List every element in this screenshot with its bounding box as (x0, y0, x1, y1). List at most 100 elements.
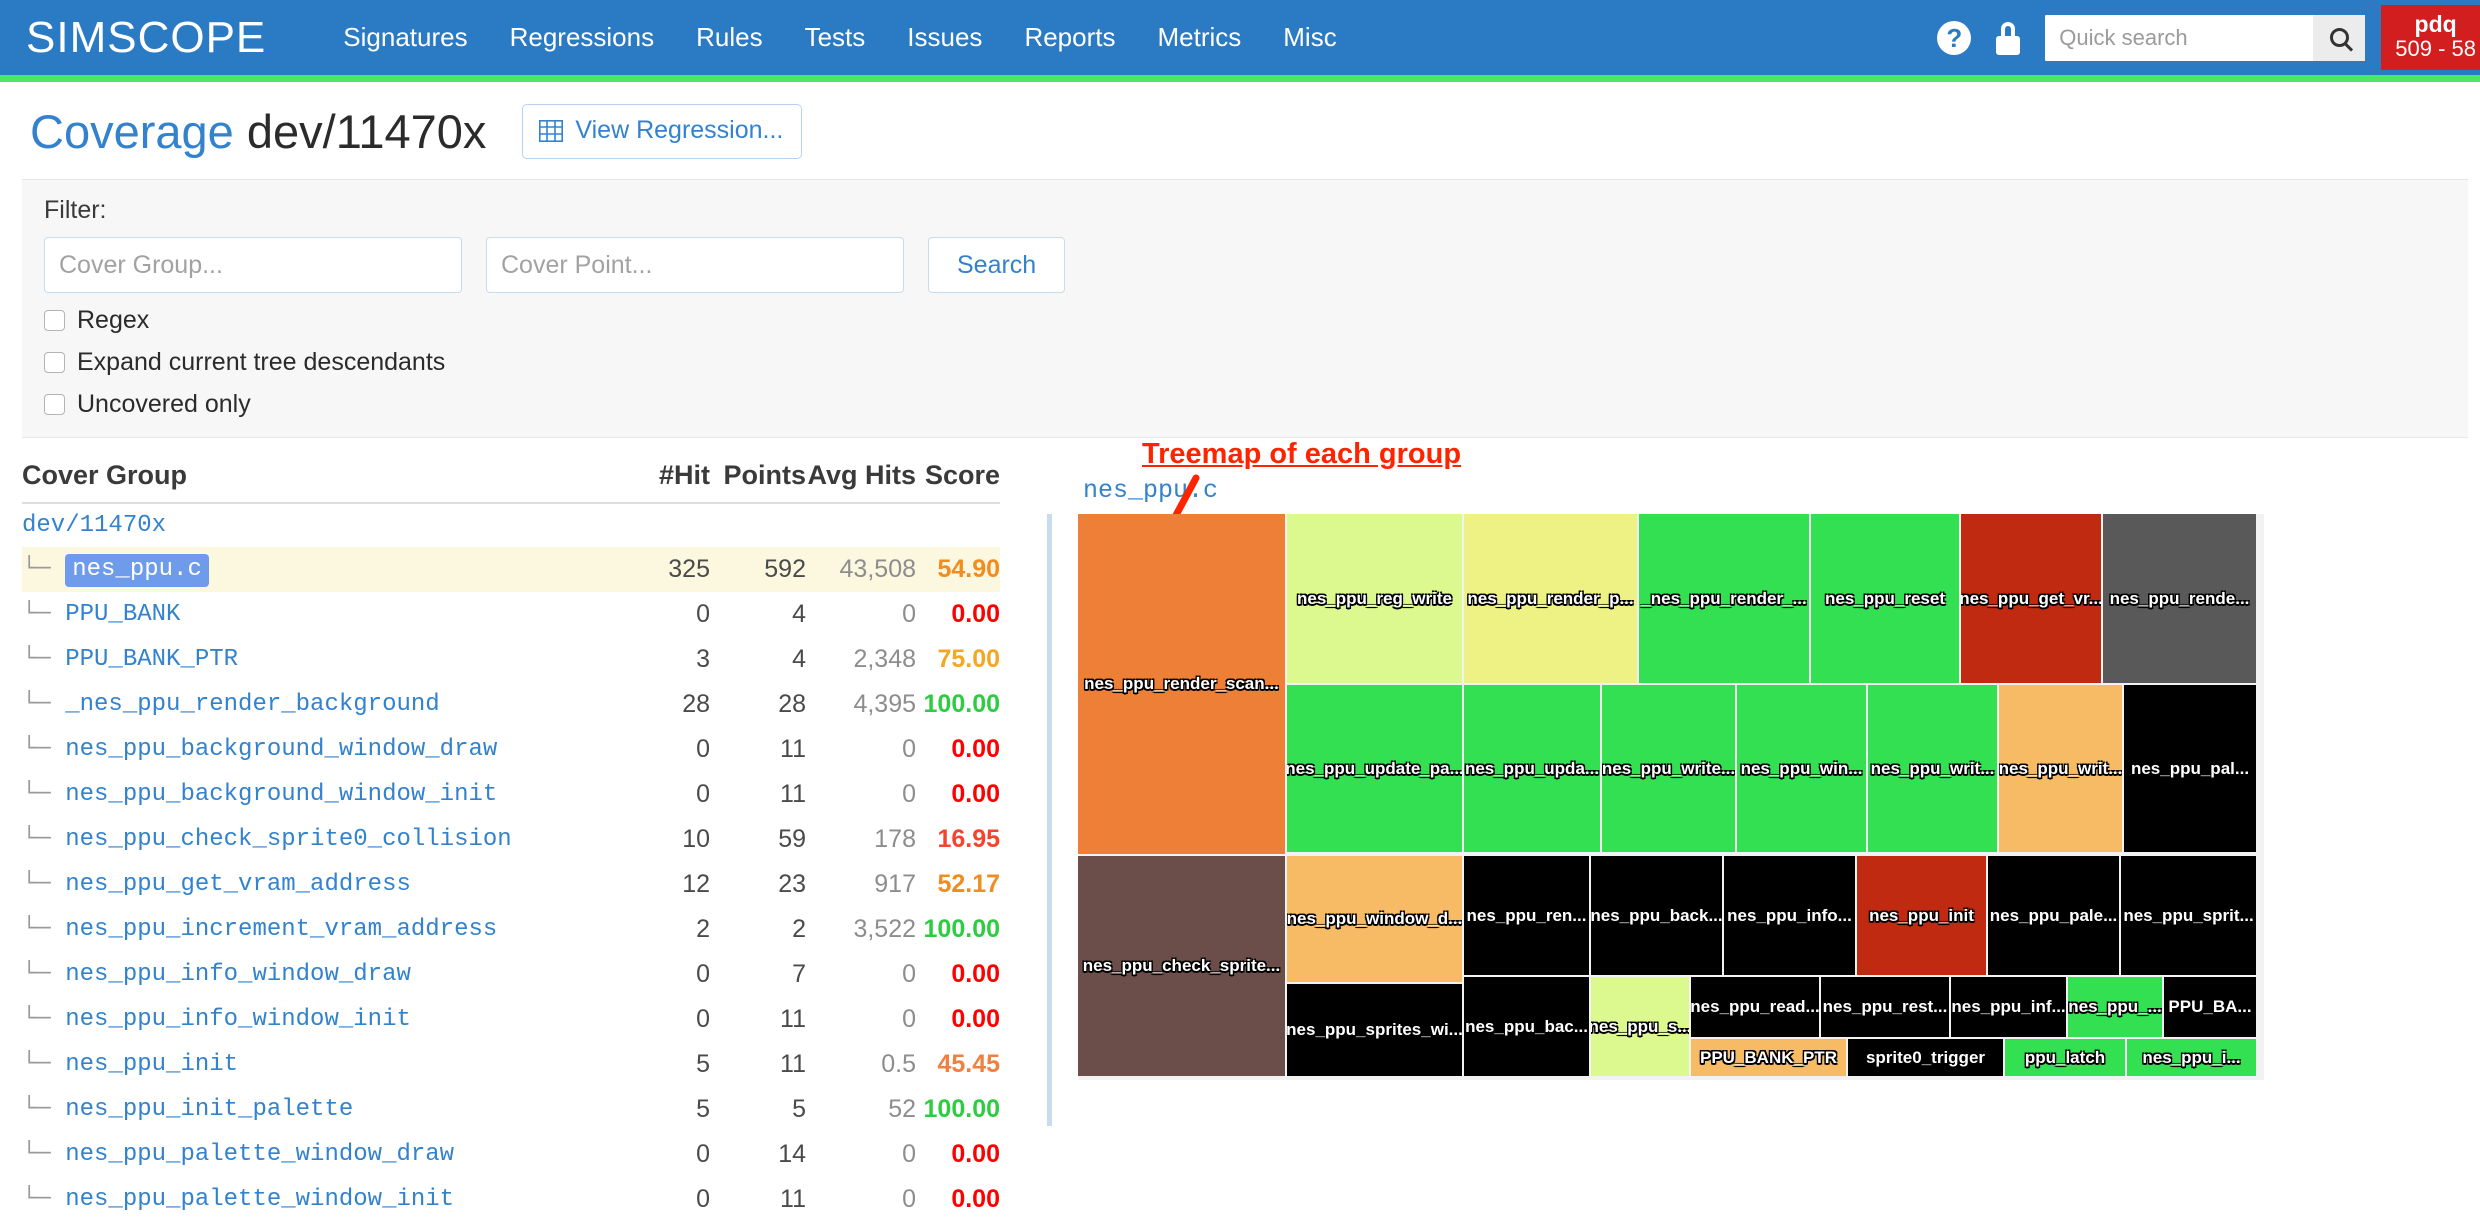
cover-group-link[interactable]: nes_ppu_check_sprite0_collision (65, 826, 511, 853)
help-button[interactable]: ? (1927, 11, 1981, 65)
cover-group-link[interactable]: nes_ppu_background_window_draw (65, 736, 497, 763)
table-row[interactable]: └─ nes_ppu_background_window_draw 0 11 0 0.0… (22, 727, 1000, 772)
table-row[interactable]: └─ nes_ppu_check_sprite0_collision 10 59 17… (22, 817, 1000, 862)
treemap-tile[interactable]: nes_ppu_render_scan... (1078, 514, 1285, 854)
treemap-tile[interactable]: ppu_latch (2005, 1039, 2125, 1076)
column-header-score[interactable]: Score (916, 460, 1000, 504)
cover-group-link[interactable]: nes_ppu_init (65, 1051, 238, 1078)
treemap-tile[interactable]: nes_ppu_bac... (1464, 977, 1589, 1076)
cover-group-link[interactable]: nes_ppu_palette_window_draw (65, 1141, 454, 1168)
cover-group-link[interactable]: nes_ppu_info_window_draw (65, 961, 411, 988)
cover-group-name-cell[interactable]: └─ nes_ppu_background_window_draw (22, 727, 622, 772)
cover-group-name-cell[interactable]: └─ nes_ppu.c (22, 547, 622, 592)
lock-button[interactable] (1981, 11, 2035, 65)
cover-group-name-cell[interactable]: └─ PPU_BANK_PTR (22, 637, 622, 682)
table-row-root[interactable]: dev/11470x (22, 503, 1000, 547)
treemap-tile[interactable]: nes_ppu_upda... (1464, 685, 1600, 852)
treemap-tile[interactable]: sprite0_trigger (1848, 1039, 2003, 1076)
table-row[interactable]: └─ nes_ppu_init 5 11 0.5 45.45 (22, 1042, 1000, 1087)
treemap-tile[interactable]: nes_ppu_update_pa... (1287, 685, 1462, 852)
cover-group-link[interactable]: nes_ppu.c (65, 554, 209, 587)
nav-link-issues[interactable]: Issues (886, 22, 1003, 53)
treemap-tile[interactable]: nes_ppu_window_d... (1287, 856, 1462, 982)
treemap-tile[interactable]: nes_ppu_reg_write (1287, 514, 1462, 683)
cover-group-name-cell[interactable]: └─ nes_ppu_palette_window_init (22, 1177, 622, 1222)
table-row[interactable]: └─ nes_ppu_palette_window_draw 0 14 0 0.00 (22, 1132, 1000, 1177)
treemap-tile[interactable]: nes_ppu_check_sprite... (1078, 856, 1285, 1076)
treemap-tile[interactable]: nes_ppu_read... (1691, 977, 1819, 1037)
table-row[interactable]: └─ nes_ppu_info_window_draw 0 7 0 0.00 (22, 952, 1000, 997)
column-header-hit[interactable]: #Hit (622, 460, 710, 504)
treemap-tile[interactable]: nes_ppu_win... (1737, 685, 1866, 852)
cover-group-link[interactable]: nes_ppu_init_palette (65, 1096, 353, 1123)
treemap-tile[interactable]: nes_ppu_back... (1591, 856, 1722, 975)
nav-link-tests[interactable]: Tests (784, 22, 887, 53)
table-row[interactable]: └─ nes_ppu_background_window_init 0 11 0 0.0… (22, 772, 1000, 817)
column-header-avg-hits[interactable]: Avg Hits (806, 460, 916, 504)
treemap-tile[interactable]: nes_ppu_... (2068, 977, 2162, 1037)
treemap-tile[interactable]: nes_ppu_reset (1811, 514, 1959, 683)
treemap-tile[interactable]: nes_ppu_render_p... (1464, 514, 1637, 683)
cover-point-input[interactable] (486, 237, 904, 293)
checkbox-row-expand-descendants[interactable]: Expand current tree descendants (44, 348, 2468, 377)
column-header-cover-group[interactable]: Cover Group (22, 460, 622, 504)
checkbox-row-uncovered-only[interactable]: Uncovered only (44, 390, 2468, 419)
cover-group-link[interactable]: PPU_BANK (65, 601, 180, 628)
treemap-tile[interactable]: nes_ppu_writ... (1999, 685, 2122, 852)
nav-link-misc[interactable]: Misc (1262, 22, 1357, 53)
table-row[interactable]: └─ PPU_BANK 0 4 0 0.00 (22, 592, 1000, 637)
treemap-tile[interactable]: nes_ppu_pal... (2124, 685, 2256, 852)
app-logo[interactable]: SIMSCOPE (26, 15, 266, 60)
treemap-tile[interactable]: nes_ppu_s... (1591, 977, 1689, 1076)
cover-group-name-cell[interactable]: └─ nes_ppu_init (22, 1042, 622, 1087)
cover-group-link[interactable]: _nes_ppu_render_background (65, 691, 439, 718)
uncovered-only-checkbox[interactable] (44, 394, 65, 415)
cover-group-link[interactable]: PPU_BANK_PTR (65, 646, 238, 673)
search-submit-button[interactable] (2313, 14, 2366, 61)
nav-link-reports[interactable]: Reports (1003, 22, 1136, 53)
treemap-tile[interactable]: nes_ppu_rest... (1821, 977, 1949, 1037)
cover-group-link[interactable]: nes_ppu_background_window_init (65, 781, 497, 808)
treemap-tile[interactable]: PPU_BA... (2164, 977, 2256, 1037)
treemap-tile[interactable]: PPU_BANK_PTR (1691, 1039, 1846, 1076)
treemap-tile[interactable]: nes_ppu_pale... (1988, 856, 2119, 975)
cover-group-name-cell[interactable]: └─ nes_ppu_check_sprite0_collision (22, 817, 622, 862)
cover-group-input[interactable] (44, 237, 462, 293)
search-input[interactable] (2045, 24, 2314, 51)
filter-search-button[interactable]: Search (928, 237, 1066, 293)
cover-group-name-cell[interactable]: └─ nes_ppu_increment_vram_address (22, 907, 622, 952)
cover-group-link[interactable]: nes_ppu_info_window_init (65, 1006, 411, 1033)
treemap-tile[interactable]: _nes_ppu_render_... (1639, 514, 1809, 683)
treemap-tile[interactable]: nes_ppu_info... (1724, 856, 1855, 975)
view-regression-button[interactable]: View Regression... (522, 104, 803, 159)
cover-group-name-cell[interactable]: └─ nes_ppu_info_window_draw (22, 952, 622, 997)
treemap-tile[interactable]: nes_ppu_write... (1602, 685, 1735, 852)
treemap-tile[interactable]: nes_ppu_rende... (2103, 514, 2256, 683)
regex-checkbox[interactable] (44, 310, 65, 331)
nav-link-regressions[interactable]: Regressions (489, 22, 676, 53)
treemap-tile[interactable]: nes_ppu_i... (2127, 1039, 2256, 1076)
table-row[interactable]: └─ nes_ppu_increment_vram_address 2 2 3,522… (22, 907, 1000, 952)
table-row[interactable]: └─ _nes_ppu_render_background 28 28 4,395 10… (22, 682, 1000, 727)
table-row[interactable]: └─ nes_ppu.c 325 592 43,508 54.90 (22, 547, 1000, 592)
cover-group-name-cell[interactable]: └─ nes_ppu_background_window_init (22, 772, 622, 817)
nav-link-rules[interactable]: Rules (675, 22, 783, 53)
table-row[interactable]: └─ nes_ppu_get_vram_address 12 23 917 52.17 (22, 862, 1000, 907)
treemap-tile[interactable]: nes_ppu_ren... (1464, 856, 1589, 975)
table-row[interactable]: └─ nes_ppu_info_window_init 0 11 0 0.00 (22, 997, 1000, 1042)
checkbox-row-regex[interactable]: Regex (44, 306, 2468, 335)
quick-search-box[interactable] (2045, 14, 2366, 61)
treemap-tile[interactable]: nes_ppu_writ... (1868, 685, 1997, 852)
cover-group-link[interactable]: nes_ppu_increment_vram_address (65, 916, 497, 943)
pdq-status-badge[interactable]: pdq 509 - 58 (2381, 5, 2480, 70)
cover-group-name-cell[interactable]: └─ nes_ppu_info_window_init (22, 997, 622, 1042)
nav-link-signatures[interactable]: Signatures (322, 22, 488, 53)
treemap-tile[interactable]: nes_ppu_inf... (1951, 977, 2066, 1037)
cover-group-name-cell[interactable]: └─ nes_ppu_palette_window_draw (22, 1132, 622, 1177)
treemap-tile[interactable]: nes_ppu_init (1857, 856, 1986, 975)
cover-group-root-link[interactable]: dev/11470x (22, 503, 622, 547)
table-row[interactable]: └─ nes_ppu_palette_window_init 0 11 0 0.00 (22, 1177, 1000, 1222)
treemap-tile[interactable]: nes_ppu_get_vr... (1961, 514, 2101, 683)
table-row[interactable]: └─ PPU_BANK_PTR 3 4 2,348 75.00 (22, 637, 1000, 682)
cover-group-name-cell[interactable]: └─ _nes_ppu_render_background (22, 682, 622, 727)
